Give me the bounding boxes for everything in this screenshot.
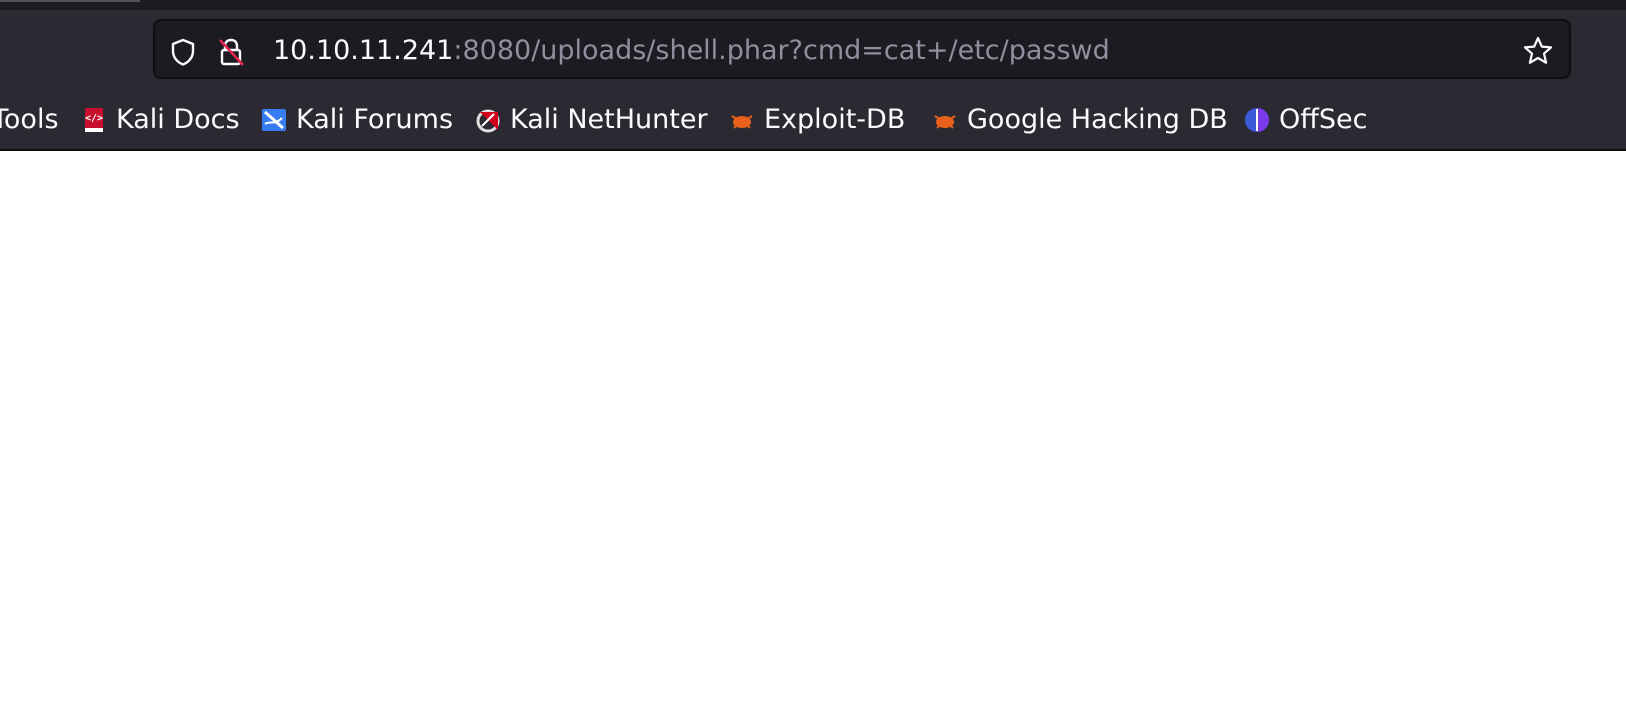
- star-icon[interactable]: [1521, 34, 1555, 68]
- shield-icon[interactable]: [167, 36, 199, 68]
- exploit-db-icon: [728, 106, 756, 134]
- bookmarks-toolbar: Tools </> Kali Docs Kali Forums: [0, 90, 1626, 151]
- bookmark-label: Exploit-DB: [764, 104, 906, 135]
- bookmark-label: OffSec: [1279, 104, 1368, 135]
- url-path: :8080/uploads/shell.phar?cmd=cat+/etc/pa…: [453, 35, 1110, 66]
- bookmark-kali-nethunter[interactable]: Kali NetHunter: [474, 90, 708, 149]
- address-bar[interactable]: 10.10.11.241:8080/uploads/shell.phar?cmd…: [153, 19, 1571, 79]
- bookmark-label: Tools: [0, 104, 59, 135]
- url-text[interactable]: 10.10.11.241:8080/uploads/shell.phar?cmd…: [273, 35, 1110, 67]
- bookmark-label: Kali Docs: [116, 104, 240, 135]
- bookmark-label: Kali Forums: [296, 104, 454, 135]
- bookmark-label: Google Hacking DB: [967, 104, 1228, 135]
- tab-strip: [0, 0, 1626, 10]
- bookmark-offsec[interactable]: OffSec: [1243, 90, 1367, 149]
- url-host: 10.10.11.241: [273, 35, 454, 66]
- svg-text:</>: </>: [85, 113, 103, 124]
- exploit-db-icon: [931, 106, 959, 134]
- bookmark-label: Kali NetHunter: [510, 104, 708, 135]
- offsec-icon: [1243, 106, 1271, 134]
- kali-nethunter-icon: [474, 106, 502, 134]
- bookmark-google-hacking-db[interactable]: Google Hacking DB: [931, 90, 1228, 149]
- kali-docs-icon: </>: [80, 106, 108, 134]
- bookmark-kali-forums[interactable]: Kali Forums: [260, 90, 453, 149]
- tab-edge[interactable]: [0, 0, 140, 2]
- bookmark-kali-docs[interactable]: </> Kali Docs: [80, 90, 240, 149]
- insecure-lock-icon[interactable]: [215, 36, 247, 68]
- bookmark-exploit-db[interactable]: Exploit-DB: [728, 90, 905, 149]
- page-content: [0, 151, 1626, 724]
- kali-forums-icon: [260, 106, 288, 134]
- bookmark-tools[interactable]: Tools: [0, 90, 59, 149]
